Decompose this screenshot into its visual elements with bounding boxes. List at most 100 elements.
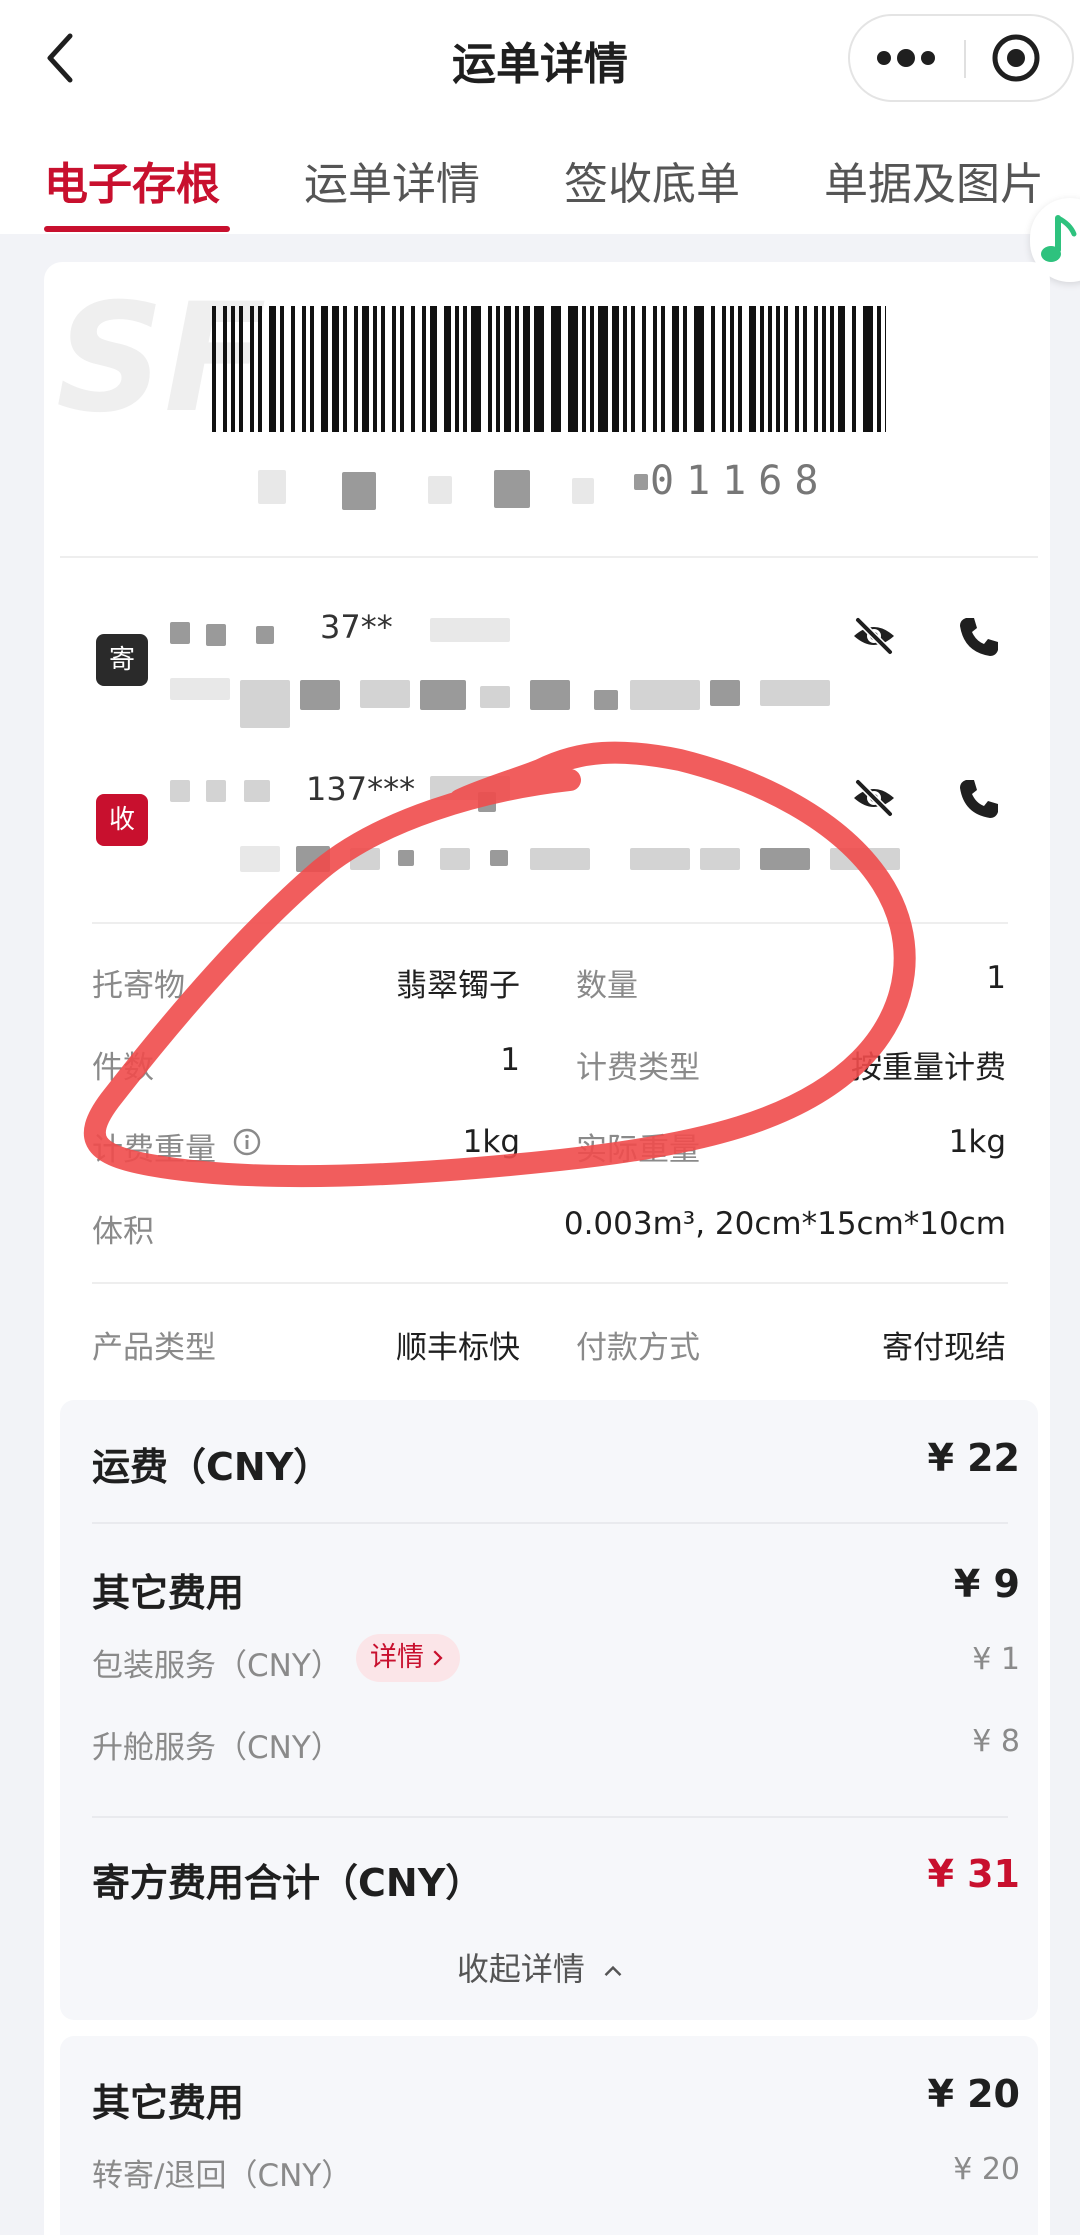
barcode-bar	[223, 306, 227, 432]
more-icon[interactable]	[850, 16, 962, 100]
blurred-text	[428, 476, 452, 504]
barcode-bar	[822, 306, 826, 432]
freight-label: 运费（CNY）	[92, 1445, 332, 1489]
product-type-value: 顺丰标快	[396, 1330, 520, 1366]
blurred-text	[350, 848, 380, 870]
blurred-text	[480, 686, 510, 708]
barcode-bar	[623, 306, 627, 432]
blurred-text	[830, 848, 900, 870]
blurred-text	[700, 848, 740, 870]
tab-documents-images[interactable]: 单据及图片	[824, 148, 1044, 212]
eye-off-icon[interactable]	[850, 774, 898, 822]
active-tab-indicator	[44, 226, 230, 232]
barcode-bar	[422, 306, 426, 432]
barcode-bar	[463, 306, 467, 432]
packaging-service-label: 包装服务（CNY）	[92, 1648, 342, 1684]
barcode-bar	[392, 306, 396, 432]
barcode-bar	[430, 306, 437, 432]
blurred-text	[300, 680, 340, 710]
barcode-bar	[212, 306, 216, 432]
volume-label: 体积	[92, 1214, 154, 1250]
barcode-bar	[784, 306, 788, 432]
collapse-label: 收起详情	[456, 1950, 585, 1988]
blurred-text	[760, 680, 830, 706]
blurred-text	[258, 470, 286, 504]
barcode-bar	[730, 306, 734, 432]
divider	[60, 556, 1038, 558]
barcode-bar	[258, 306, 262, 432]
barcode-bar	[515, 306, 519, 432]
target-icon[interactable]	[968, 16, 1072, 100]
barcode-bar	[496, 306, 500, 432]
capsule-divider	[964, 40, 966, 78]
blurred-text	[170, 780, 190, 802]
mini-program-capsule	[848, 14, 1074, 102]
pieces-label: 件数	[92, 1050, 154, 1086]
barcode-bar	[239, 306, 243, 432]
blurred-text	[494, 470, 530, 508]
barcode-bar	[803, 306, 807, 432]
packaging-detail-button[interactable]: 详情	[356, 1634, 460, 1682]
phone-icon[interactable]	[954, 774, 1002, 822]
blurred-text	[256, 626, 274, 644]
barcode-bar	[814, 306, 818, 432]
fee-summary-box	[60, 1400, 1038, 2020]
barcode-bar	[582, 306, 586, 432]
barcode-bar	[269, 306, 276, 432]
forward-return-value: ¥ 20	[953, 2152, 1020, 2187]
receiver-phone: 137***	[306, 770, 416, 808]
barcode-bar	[568, 306, 578, 432]
qty-label: 数量	[576, 968, 638, 1004]
blurred-text	[398, 850, 414, 866]
blurred-text	[296, 846, 330, 872]
blurred-text	[420, 680, 466, 710]
other-fees-2-value: ¥ 20	[927, 2072, 1020, 2116]
product-type-label: 产品类型	[92, 1330, 216, 1366]
tab-bar: 电子存根 运单详情 签收底单 单据及图片	[0, 120, 1080, 234]
barcode-bar	[653, 306, 657, 432]
other-fees-value: ¥ 9	[953, 1562, 1020, 1606]
item-label: 托寄物	[92, 968, 185, 1004]
tab-signed-receipt[interactable]: 签收底单	[564, 148, 740, 212]
barcode-bar	[343, 306, 347, 432]
barcode-bar	[672, 306, 679, 432]
blurred-text	[170, 622, 190, 644]
eye-off-icon[interactable]	[850, 612, 898, 660]
info-icon[interactable]	[232, 1127, 262, 1157]
barcode-bar	[683, 306, 687, 432]
divider	[92, 1282, 1008, 1284]
barcode-bar	[291, 306, 295, 432]
blurred-text	[490, 850, 508, 866]
barcode-bar	[830, 306, 834, 432]
volume-value: 0.003m³, 20cm*15cm*10cm	[563, 1206, 1006, 1242]
barcode-bar	[411, 306, 415, 432]
blurred-text	[478, 792, 496, 812]
blurred-text	[634, 474, 648, 490]
blurred-text	[170, 678, 230, 700]
sender-total-value: ¥ 31	[927, 1852, 1020, 1896]
payment-method-label: 付款方式	[576, 1330, 700, 1366]
actual-weight-value: 1kg	[948, 1124, 1006, 1160]
collapse-details-button[interactable]: 收起详情	[0, 1944, 1080, 1990]
qty-value: 1	[986, 960, 1006, 996]
blurred-text	[440, 848, 470, 870]
tab-e-stub[interactable]: 电子存根	[44, 148, 220, 212]
barcode-bar	[400, 306, 404, 432]
receiver-badge: 收	[96, 794, 148, 846]
blurred-text	[240, 680, 290, 728]
tab-waybill-details[interactable]: 运单详情	[304, 148, 480, 212]
blurred-text	[572, 478, 594, 504]
phone-icon[interactable]	[954, 612, 1002, 660]
blurred-text	[206, 780, 226, 802]
barcode-bar	[354, 306, 358, 432]
barcode-bar	[598, 306, 608, 432]
blurred-text	[360, 680, 410, 708]
blurred-text	[342, 472, 376, 510]
barcode-bar	[332, 306, 339, 432]
barcode-bar	[795, 306, 799, 432]
barcode-bar	[631, 306, 635, 432]
barcode-bar	[250, 306, 254, 432]
detail-chip-label: 详情	[370, 1642, 424, 1673]
barcode-bar	[722, 306, 726, 432]
charged-weight-value: 1kg	[462, 1124, 520, 1160]
